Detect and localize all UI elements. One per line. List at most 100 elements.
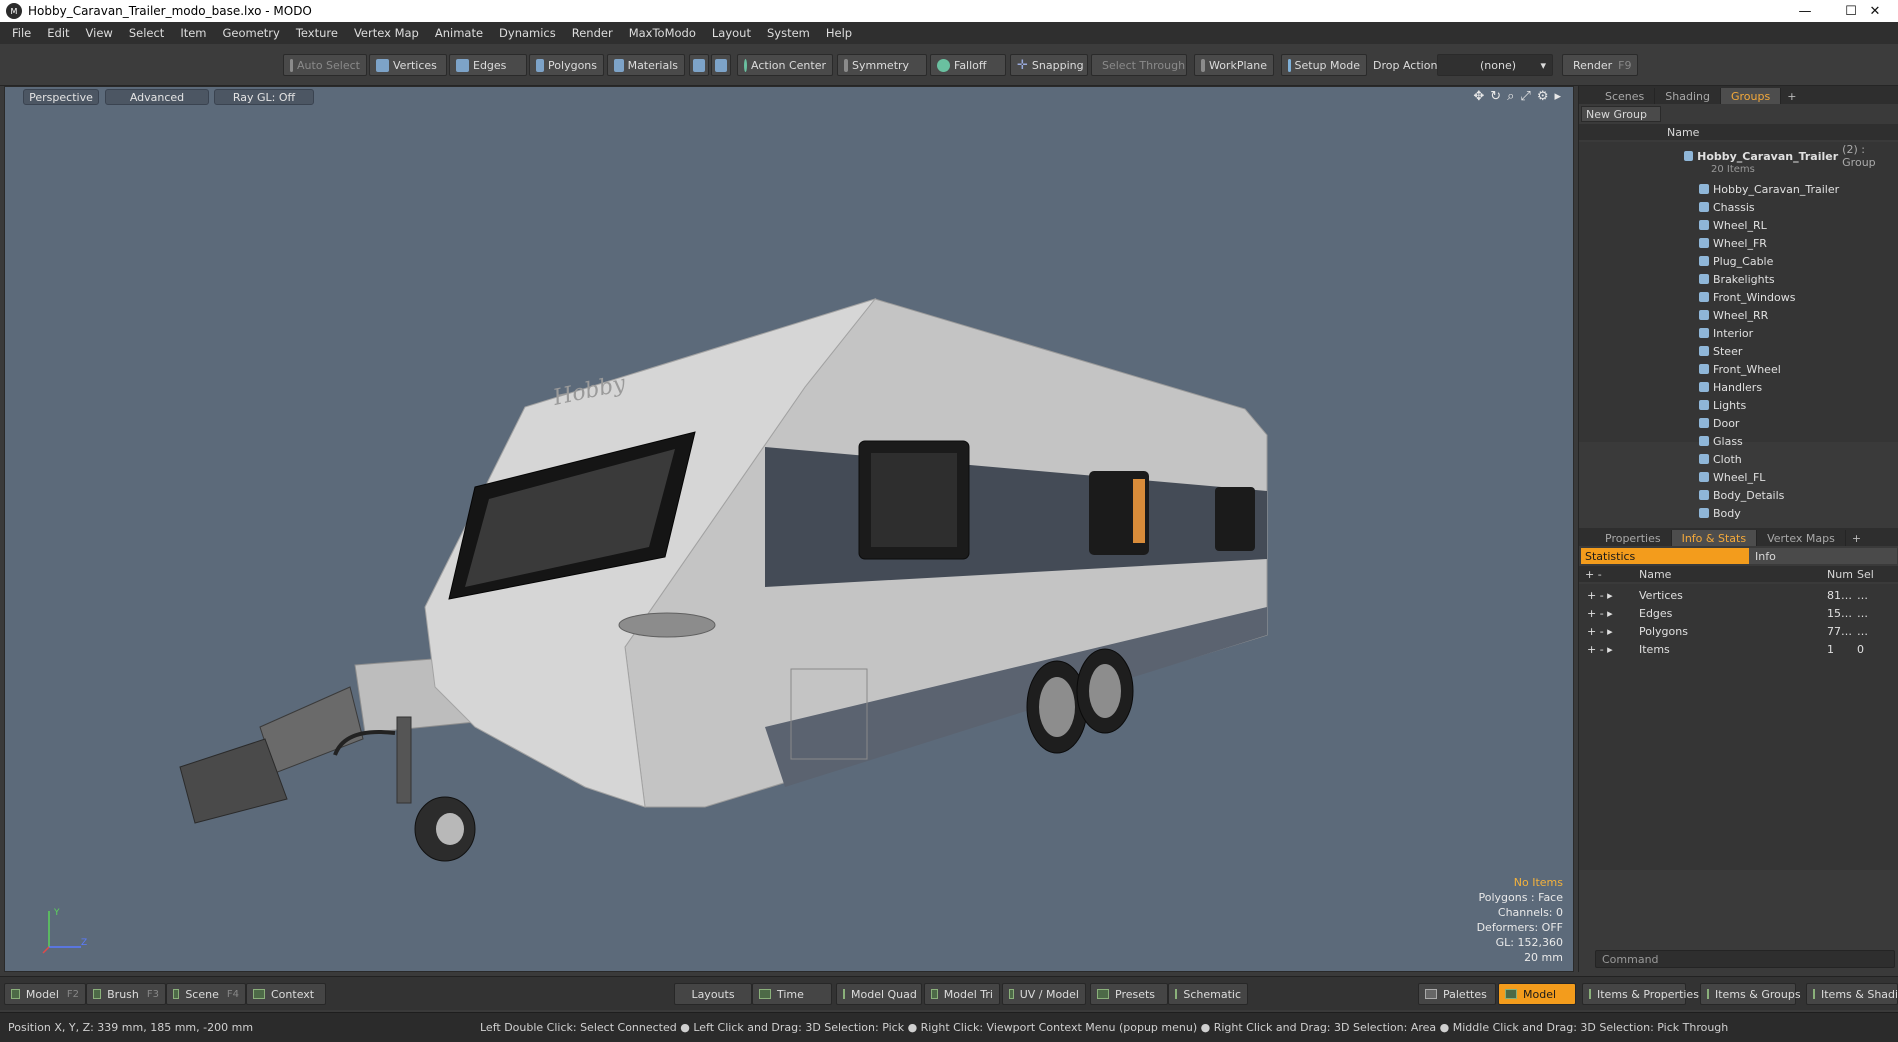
layout-model-quad-button[interactable]: Model Quad xyxy=(836,983,922,1005)
palettes-icon xyxy=(1425,989,1437,999)
list-item[interactable]: Body_Details xyxy=(1579,486,1898,504)
menu-item[interactable]: Item xyxy=(172,26,214,40)
symmetry-button[interactable]: Symmetry xyxy=(837,54,927,76)
subtab-info[interactable]: Info xyxy=(1749,548,1897,564)
table-row[interactable]: + - ▸ Polygons 77…… xyxy=(1579,622,1898,640)
tab-shading[interactable]: Shading xyxy=(1655,88,1721,104)
select-through-button[interactable]: Select Through xyxy=(1091,54,1187,76)
hud-polygons: Polygons : Face xyxy=(1478,891,1563,904)
layout-brush-button[interactable]: Brush F3 xyxy=(86,983,166,1005)
list-item[interactable]: Front_Wheel xyxy=(1579,360,1898,378)
menu-geometry[interactable]: Geometry xyxy=(215,26,288,40)
layout-context-button[interactable]: Context xyxy=(246,983,326,1005)
list-item[interactable]: Hobby_Caravan_Trailer xyxy=(1579,180,1898,198)
action-center-button[interactable]: Action Center xyxy=(737,54,833,76)
drop-action-label: Drop Action xyxy=(1373,59,1438,72)
list-item[interactable]: Steer xyxy=(1579,342,1898,360)
list-item[interactable]: Wheel_RL xyxy=(1579,216,1898,234)
list-item[interactable]: Handlers xyxy=(1579,378,1898,396)
menu-system[interactable]: System xyxy=(759,26,818,40)
render-button[interactable]: Render F9 xyxy=(1562,54,1638,76)
layout-icon xyxy=(1589,989,1591,999)
select-mode-a-button[interactable] xyxy=(689,54,709,76)
command-input[interactable]: Command xyxy=(1595,950,1895,968)
auto-select-button[interactable]: Auto Select xyxy=(283,54,367,76)
row-expand-controls[interactable]: + - ▸ xyxy=(1579,589,1639,602)
layout-model-button[interactable]: Model F2 xyxy=(4,983,86,1005)
menu-help[interactable]: Help xyxy=(818,26,860,40)
table-row[interactable]: + - ▸ Vertices 81…… xyxy=(1579,586,1898,604)
hud-gl: GL: 152,360 xyxy=(1495,936,1563,949)
tab-scenes[interactable]: Scenes xyxy=(1595,88,1656,104)
workplane-button[interactable]: WorkPlane xyxy=(1194,54,1274,76)
list-item[interactable]: Plug_Cable xyxy=(1579,252,1898,270)
table-row[interactable]: + - ▸ Edges 15…… xyxy=(1579,604,1898,622)
falloff-button[interactable]: Falloff xyxy=(930,54,1006,76)
close-button[interactable]: ✕ xyxy=(1852,0,1898,22)
groups-tabs: Scenes Shading Groups + xyxy=(1579,86,1898,104)
layout-items-groups-button[interactable]: Items & Groups xyxy=(1700,983,1801,1005)
minimize-button[interactable]: — xyxy=(1782,0,1828,22)
setup-mode-button[interactable]: Setup Mode xyxy=(1281,54,1367,76)
list-item[interactable]: Wheel_RR xyxy=(1579,306,1898,324)
list-item[interactable]: Door xyxy=(1579,414,1898,432)
tab-vertex-maps[interactable]: Vertex Maps xyxy=(1757,530,1846,546)
layout-time-button[interactable]: Time xyxy=(752,983,832,1005)
select-mode-b-button[interactable] xyxy=(711,54,731,76)
menu-edit[interactable]: Edit xyxy=(39,26,77,40)
list-item[interactable]: Brakelights xyxy=(1579,270,1898,288)
list-item-label: Front_Wheel xyxy=(1713,362,1781,376)
materials-button[interactable]: Materials xyxy=(607,54,685,76)
layout-model-active-button[interactable]: Model xyxy=(1498,983,1576,1005)
menu-render[interactable]: Render xyxy=(564,26,621,40)
row-expand-controls[interactable]: + - ▸ xyxy=(1579,625,1639,638)
list-item[interactable]: Front_Windows xyxy=(1579,288,1898,306)
menu-texture[interactable]: Texture xyxy=(288,26,346,40)
tab-info-stats[interactable]: Info & Stats xyxy=(1671,530,1758,546)
chevron-down-icon: ▾ xyxy=(1540,58,1546,72)
layout-schematic-button[interactable]: Schematic xyxy=(1168,983,1248,1005)
add-tab-icon[interactable]: + xyxy=(1781,88,1802,104)
layout-model-tri-button[interactable]: Model Tri xyxy=(924,983,1000,1005)
vertices-button[interactable]: Vertices xyxy=(369,54,447,76)
edges-button[interactable]: Edges xyxy=(449,54,527,76)
polygons-button[interactable]: Polygons xyxy=(529,54,604,76)
list-item[interactable]: Body xyxy=(1579,504,1898,522)
layouts-button[interactable]: Layouts xyxy=(674,983,752,1005)
stats-header-controls: + - xyxy=(1585,567,1602,581)
subtab-statistics[interactable]: Statistics xyxy=(1581,548,1749,564)
drop-action-select[interactable]: (none) ▾ xyxy=(1437,54,1553,76)
new-group-button[interactable]: New Group xyxy=(1581,106,1661,122)
layout-items-properties-button[interactable]: Items & Properties xyxy=(1582,983,1699,1005)
layout-presets-button[interactable]: Presets xyxy=(1090,983,1168,1005)
list-item[interactable]: Lights xyxy=(1579,396,1898,414)
menu-animate[interactable]: Animate xyxy=(427,26,491,40)
tab-groups[interactable]: Groups xyxy=(1720,88,1782,104)
list-item[interactable]: Cloth xyxy=(1579,450,1898,468)
row-expand-controls[interactable]: + - ▸ xyxy=(1579,643,1639,656)
list-item[interactable]: Wheel_FL xyxy=(1579,468,1898,486)
menu-dynamics[interactable]: Dynamics xyxy=(491,26,564,40)
layout-items-shading-button[interactable]: Items & Shadi xyxy=(1806,983,1898,1005)
list-item[interactable]: Interior xyxy=(1579,324,1898,342)
menu-file[interactable]: File xyxy=(4,26,39,40)
mesh-icon xyxy=(1699,400,1709,410)
add-tab-icon[interactable]: + xyxy=(1846,530,1867,546)
3d-viewport[interactable]: Perspective Advanced Ray GL: Off ✥ ↻ ⌕ ⤢… xyxy=(4,86,1574,972)
layout-scene-button[interactable]: Scene F4 xyxy=(166,983,246,1005)
row-expand-controls[interactable]: + - ▸ xyxy=(1579,607,1639,620)
menu-select[interactable]: Select xyxy=(121,26,172,40)
list-item[interactable]: Chassis xyxy=(1579,198,1898,216)
menu-view[interactable]: View xyxy=(78,26,121,40)
layout-uv-model-button[interactable]: UV / Model xyxy=(1002,983,1086,1005)
palettes-button[interactable]: Palettes xyxy=(1418,983,1496,1005)
menu-layout[interactable]: Layout xyxy=(704,26,759,40)
tab-properties[interactable]: Properties xyxy=(1595,530,1672,546)
list-item[interactable]: Glass xyxy=(1579,432,1898,450)
table-row[interactable]: + - ▸ Items 1 0 xyxy=(1579,640,1898,658)
snapping-button[interactable]: ✛ Snapping xyxy=(1010,54,1088,76)
menu-maxtomodo[interactable]: MaxToModo xyxy=(621,26,704,40)
list-item-label: Plug_Cable xyxy=(1713,254,1774,268)
list-item[interactable]: Wheel_FR xyxy=(1579,234,1898,252)
menu-vertex-map[interactable]: Vertex Map xyxy=(346,26,427,40)
